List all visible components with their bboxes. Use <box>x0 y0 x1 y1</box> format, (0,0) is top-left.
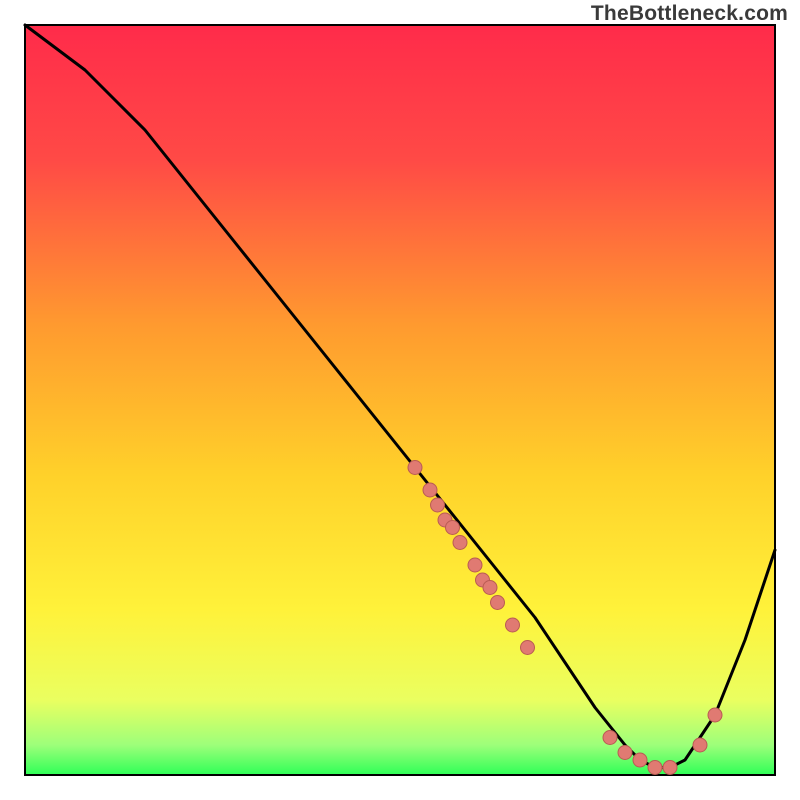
curve-marker <box>453 536 467 550</box>
curve-marker <box>446 521 460 535</box>
curve-marker <box>506 618 520 632</box>
curve-marker <box>693 738 707 752</box>
curve-marker <box>708 708 722 722</box>
curve-marker <box>603 731 617 745</box>
curve-marker <box>408 461 422 475</box>
watermark-text: TheBottleneck.com <box>591 2 788 26</box>
curve-marker <box>663 761 677 775</box>
chart-container: TheBottleneck.com <box>0 0 800 800</box>
curve-marker <box>491 596 505 610</box>
curve-marker <box>618 746 632 760</box>
curve-marker <box>483 581 497 595</box>
curve-marker <box>521 641 535 655</box>
curve-marker <box>431 498 445 512</box>
plot-area <box>25 25 775 775</box>
curve-marker <box>648 761 662 775</box>
bottleneck-curve-chart <box>0 0 800 800</box>
curve-marker <box>633 753 647 767</box>
curve-marker <box>423 483 437 497</box>
curve-marker <box>468 558 482 572</box>
